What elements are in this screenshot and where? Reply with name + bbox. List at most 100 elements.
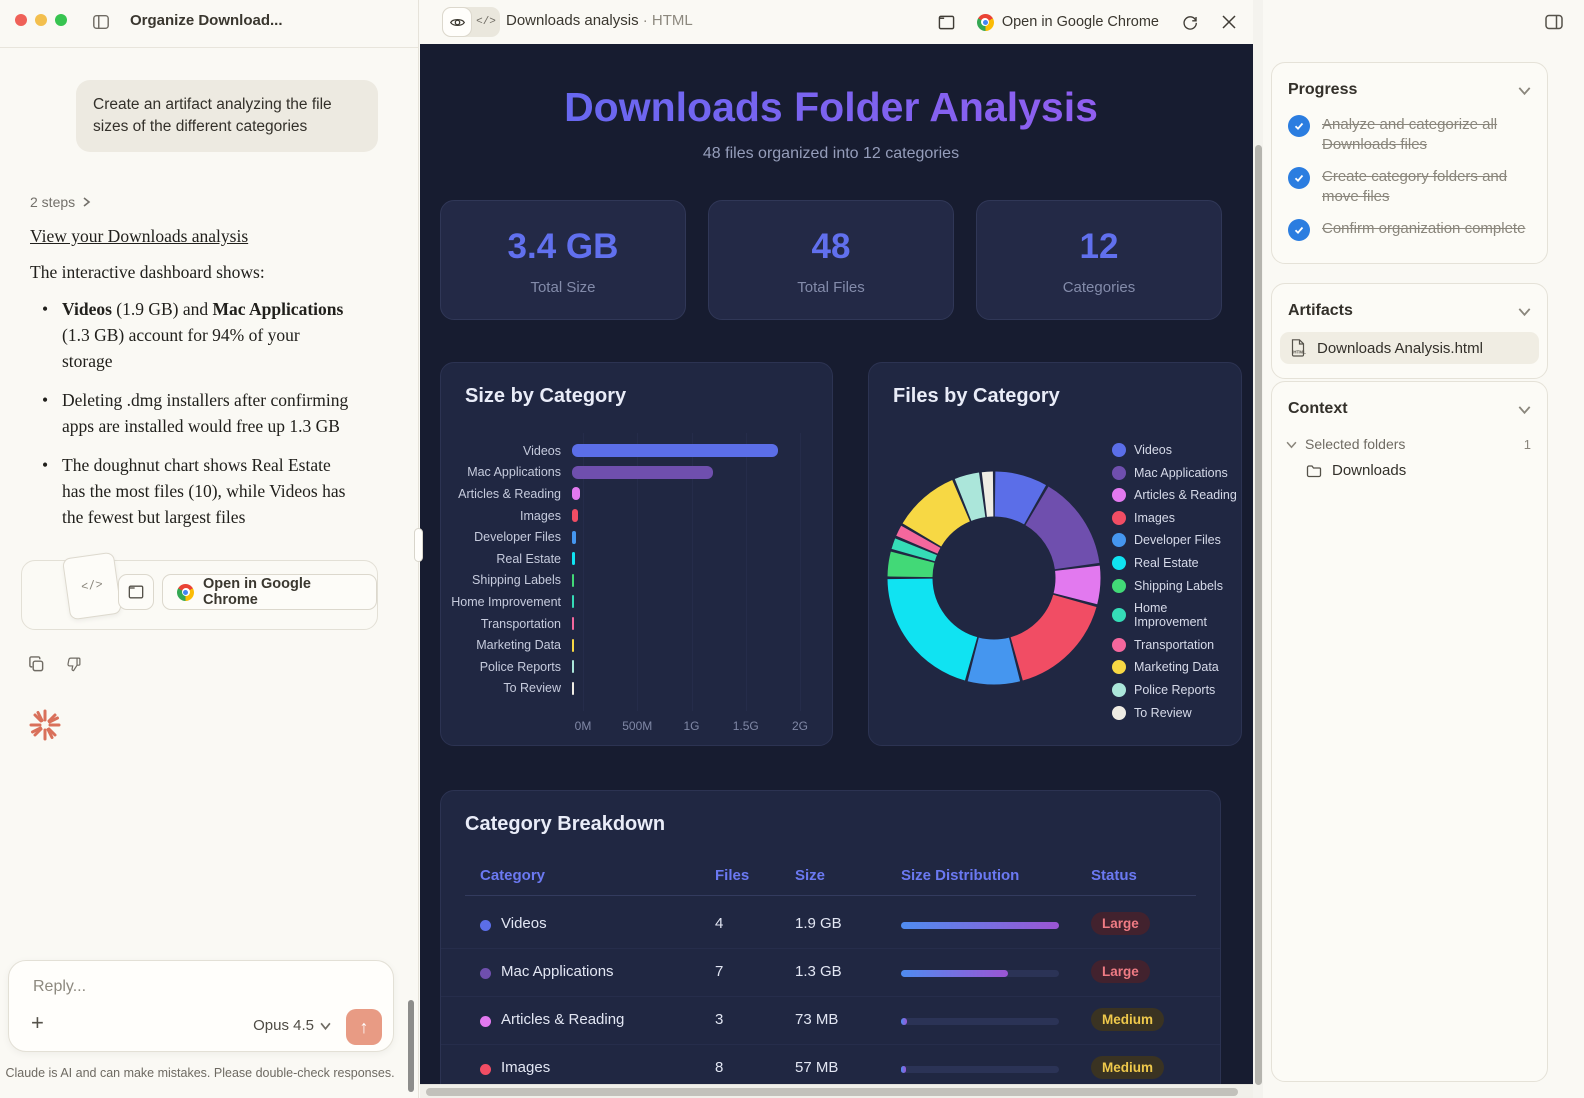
- chevron-down-icon: [1286, 439, 1297, 450]
- chevron-down-icon: [1518, 403, 1531, 416]
- legend-item[interactable]: Articles & Reading: [1112, 488, 1241, 502]
- open-in-chrome-button[interactable]: Open in Google Chrome: [162, 574, 377, 610]
- legend-dot-icon: [1112, 660, 1126, 674]
- bar: [572, 552, 575, 565]
- bar-row: Police Reports: [441, 656, 832, 678]
- bar-row: Developer Files: [441, 526, 832, 548]
- cell-files: 7: [715, 963, 723, 980]
- reply-input[interactable]: Reply...: [33, 978, 86, 996]
- zoom-window-button[interactable]: [55, 14, 67, 26]
- minimize-window-button[interactable]: [35, 14, 47, 26]
- attach-plus-button[interactable]: +: [31, 1013, 44, 1033]
- category-breakdown-card: Category Breakdown Category Files Size S…: [440, 790, 1221, 1084]
- close-window-button[interactable]: [15, 14, 27, 26]
- legend-label: To Review: [1134, 706, 1192, 720]
- sidebar-toggle-icon[interactable]: [92, 13, 110, 31]
- context-folder-item[interactable]: Downloads: [1272, 456, 1547, 493]
- reply-composer[interactable]: Reply... + Opus 4.5 ↑: [8, 960, 394, 1052]
- artifact-code-chip[interactable]: </>: [62, 552, 122, 621]
- donut-chart-title: Files by Category: [893, 385, 1060, 408]
- dashboard-preview: Downloads Folder Analysis 48 files organ…: [420, 44, 1253, 1084]
- steps-disclosure[interactable]: 2 steps: [30, 194, 91, 210]
- legend-item[interactable]: Police Reports: [1112, 683, 1241, 697]
- chat-scrollbar-thumb[interactable]: [408, 1000, 414, 1092]
- thumbs-down-icon[interactable]: [65, 656, 82, 673]
- bar-row: Marketing Data: [441, 634, 832, 656]
- artifact-open-chrome-label: Open in Google Chrome: [1002, 14, 1159, 30]
- chevron-down-icon: [320, 1020, 331, 1031]
- analysis-bullet: The doughnut chart shows Real Estate has…: [40, 452, 352, 530]
- preview-code-toggle: </>: [442, 7, 500, 37]
- window-title: Organize Download...: [130, 12, 283, 29]
- legend-dot-icon: [1112, 608, 1126, 622]
- legend-item[interactable]: Mac Applications: [1112, 466, 1241, 480]
- context-card-header[interactable]: Context: [1272, 382, 1547, 428]
- code-toggle-button[interactable]: </>: [472, 7, 500, 37]
- stat-card-categories: 12 Categories: [976, 200, 1222, 320]
- artifact-list-item[interactable]: HTML Downloads Analysis.html: [1280, 332, 1539, 364]
- analysis-bullet: Deleting .dmg installers after confirmin…: [40, 387, 352, 439]
- col-size: Size: [795, 867, 825, 884]
- bar-label: Home Improvement: [441, 595, 572, 609]
- legend-item[interactable]: Videos: [1112, 443, 1241, 457]
- cell-files: 4: [715, 915, 723, 932]
- preview-toggle-button[interactable]: [442, 7, 472, 37]
- x-tick-label: 500M: [622, 719, 652, 733]
- legend-item[interactable]: Marketing Data: [1112, 660, 1241, 674]
- legend-label: Mac Applications: [1134, 466, 1228, 480]
- context-card: Context Selected folders 1 Downloads: [1271, 381, 1548, 1082]
- stat-card-total-size: 3.4 GB Total Size: [440, 200, 686, 320]
- open-window-icon[interactable]: [938, 14, 955, 31]
- bar: [572, 660, 574, 673]
- artifact-type-label: HTML: [652, 12, 693, 29]
- stat-card-total-files: 48 Total Files: [708, 200, 954, 320]
- legend-item[interactable]: Images: [1112, 511, 1241, 525]
- selected-folders-label: Selected folders: [1305, 436, 1405, 452]
- refresh-icon[interactable]: [1181, 13, 1199, 31]
- bar-label: Police Reports: [441, 660, 572, 674]
- legend-dot-icon: [1112, 556, 1126, 570]
- table-title: Category Breakdown: [465, 813, 665, 836]
- vertical-scrollbar-thumb[interactable]: [1255, 145, 1262, 1085]
- legend-item[interactable]: Real Estate: [1112, 556, 1241, 570]
- dashboard-subtitle: 48 files organized into 12 categories: [420, 145, 1242, 163]
- legend-item[interactable]: Developer Files: [1112, 533, 1241, 547]
- bar: [572, 595, 574, 608]
- category-dot-icon: [480, 920, 491, 931]
- size-by-category-card: Size by Category VideosMac ApplicationsA…: [440, 362, 833, 746]
- selected-folders-group[interactable]: Selected folders 1: [1272, 428, 1547, 456]
- artifacts-card-header[interactable]: Artifacts: [1272, 284, 1547, 330]
- vertical-scrollbar: [1253, 0, 1263, 1098]
- legend-item[interactable]: Shipping Labels: [1112, 579, 1241, 593]
- legend-item[interactable]: To Review: [1112, 706, 1241, 720]
- artifact-actions-card: </> Open in Google Chrome: [21, 560, 378, 630]
- table-row: Articles & Reading373 MBMedium: [441, 997, 1220, 1045]
- dashboard-title: Downloads Folder Analysis: [420, 84, 1242, 131]
- chevron-down-icon: [1518, 84, 1531, 97]
- bar-row: Mac Applications: [441, 462, 832, 484]
- steps-label: 2 steps: [30, 194, 75, 210]
- legend-dot-icon: [1112, 511, 1126, 525]
- progress-card-header[interactable]: Progress: [1272, 63, 1547, 109]
- chat-panel: Organize Download... Create an artifact …: [0, 0, 419, 1098]
- send-button[interactable]: ↑: [346, 1009, 382, 1045]
- right-sidebar: Progress Analyze and categorize all Down…: [1263, 0, 1584, 1098]
- category-dot-icon: [480, 1064, 491, 1075]
- model-label: Opus 4.5: [253, 1017, 314, 1034]
- panel-resize-handle[interactable]: [414, 528, 423, 562]
- model-selector[interactable]: Opus 4.5: [253, 1017, 331, 1034]
- analysis-link[interactable]: View your Downloads analysis: [30, 226, 248, 247]
- horizontal-scrollbar-thumb[interactable]: [426, 1088, 1238, 1096]
- bar-row: Real Estate: [441, 548, 832, 570]
- sidebar-collapse-icon[interactable]: [1544, 12, 1564, 32]
- stat-value: 12: [977, 227, 1221, 267]
- open-in-window-button[interactable]: [118, 574, 154, 610]
- legend-item[interactable]: Transportation: [1112, 638, 1241, 652]
- html-file-icon: HTML: [1290, 339, 1306, 357]
- legend-item[interactable]: Home Improvement: [1112, 601, 1241, 629]
- cell-category: Mac Applications: [501, 963, 614, 980]
- chevron-right-icon: [81, 197, 91, 207]
- copy-icon[interactable]: [28, 656, 45, 673]
- artifact-open-chrome-button[interactable]: Open in Google Chrome: [977, 14, 1159, 31]
- close-artifact-icon[interactable]: [1221, 14, 1237, 30]
